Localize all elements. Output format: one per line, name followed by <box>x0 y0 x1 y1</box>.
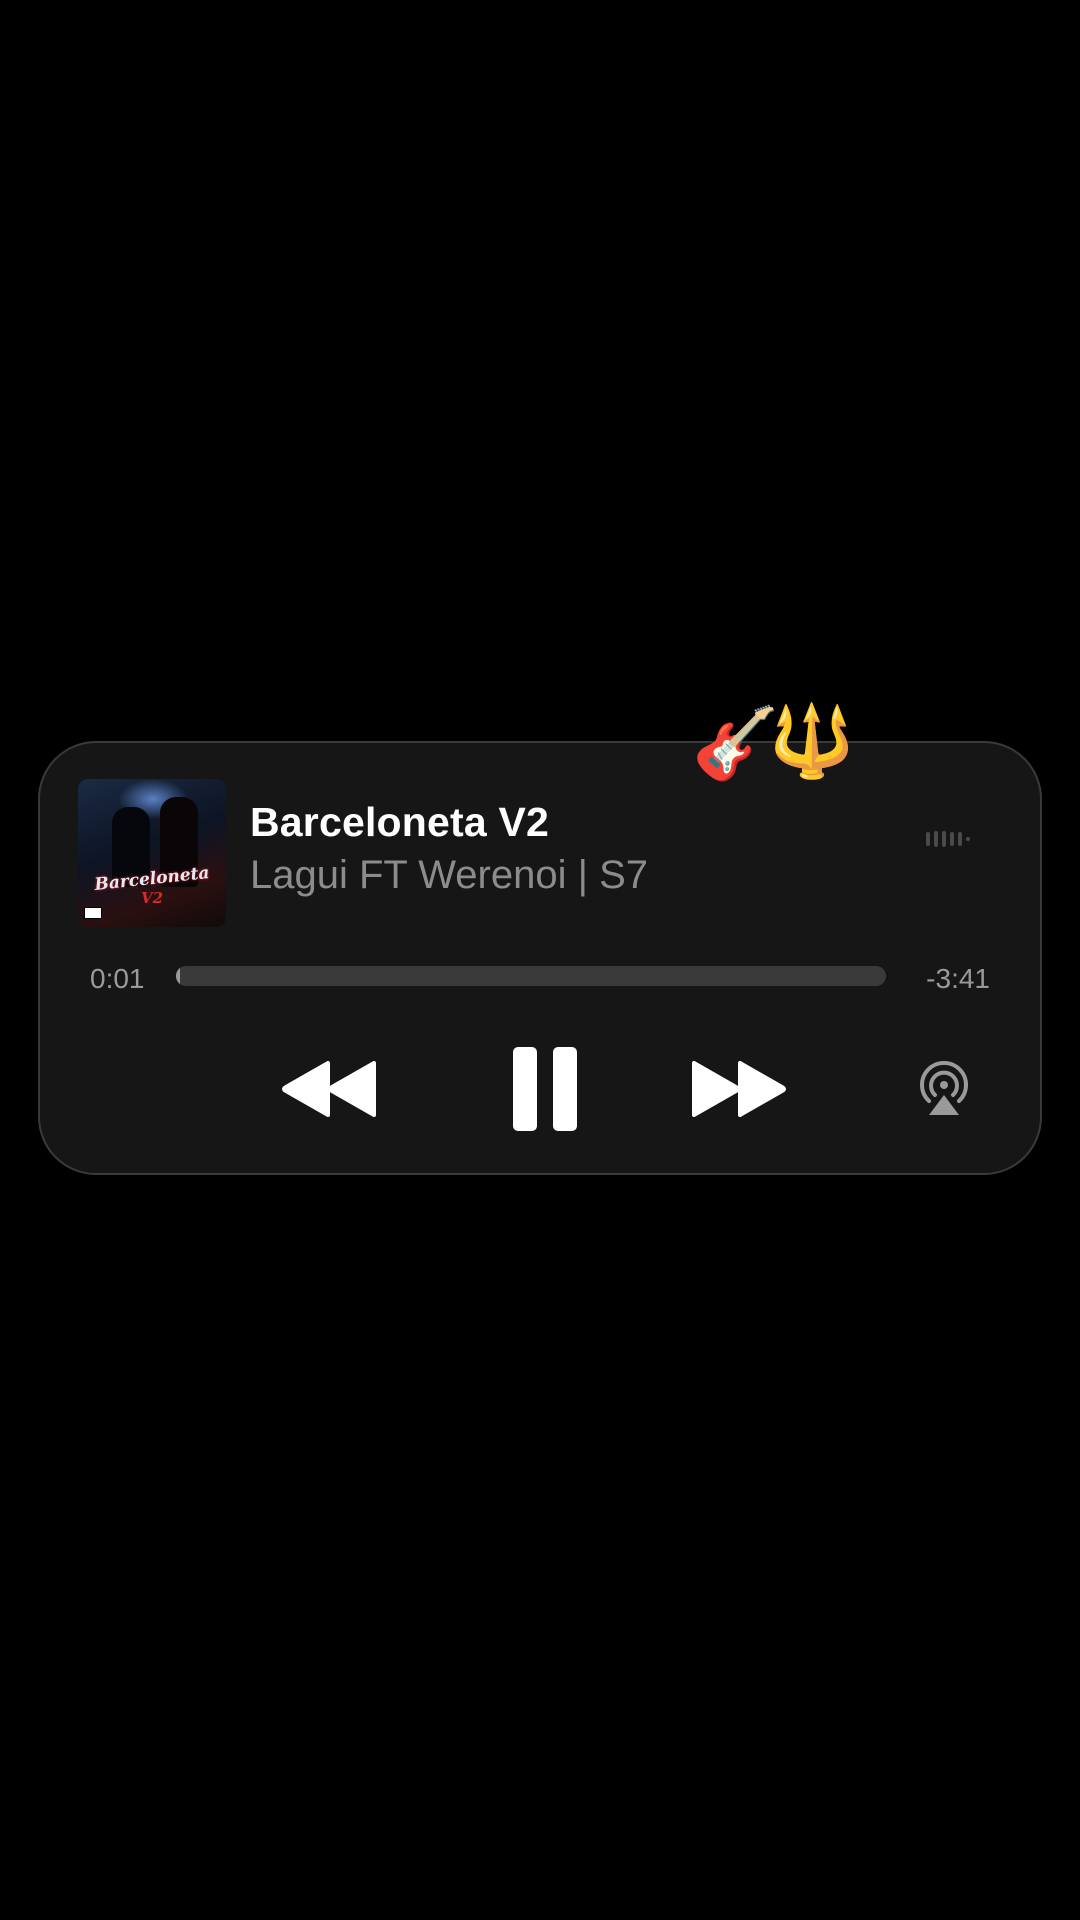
now-playing-widget: Barceloneta V2 Barceloneta V2 Lagui FT W… <box>38 741 1042 1175</box>
album-cover-subtitle: V2 <box>140 889 164 907</box>
fast-forward-button[interactable] <box>688 1041 788 1137</box>
track-artist: Lagui FT Werenoi | S7 <box>250 853 649 897</box>
airplay-icon <box>920 1061 968 1115</box>
audio-level-icon <box>926 829 970 849</box>
rewind-icon <box>282 1061 376 1117</box>
rewind-button[interactable] <box>280 1041 380 1137</box>
fast-forward-icon <box>692 1061 786 1117</box>
progress-fill <box>176 966 180 986</box>
pause-button[interactable] <box>500 1041 590 1137</box>
remaining-time: -3:41 <box>926 963 990 994</box>
parental-advisory-badge <box>84 907 102 919</box>
pause-icon <box>513 1047 577 1131</box>
track-title: Barceloneta V2 <box>250 799 550 845</box>
elapsed-time: 0:01 <box>90 963 145 994</box>
trident-emoji-sticker: 🔱 <box>768 700 856 782</box>
airplay-button[interactable] <box>912 1041 976 1137</box>
guitar-emoji-sticker: 🎸 <box>692 702 780 784</box>
album-artwork[interactable]: Barceloneta V2 <box>78 779 226 927</box>
screen: Barceloneta V2 Barceloneta V2 Lagui FT W… <box>0 0 1080 1920</box>
progress-scrubber[interactable] <box>176 966 886 986</box>
